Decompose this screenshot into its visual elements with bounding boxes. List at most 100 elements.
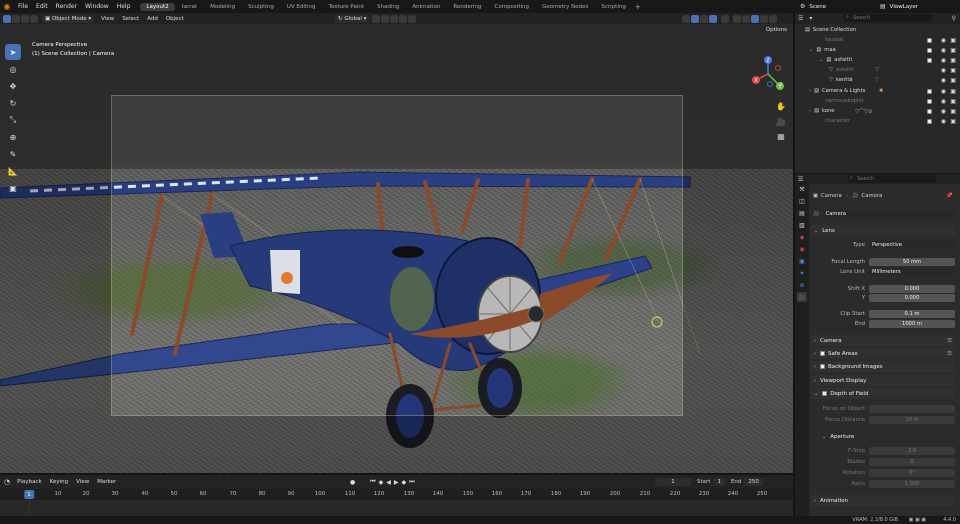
safe-areas-checkbox[interactable] [820, 351, 825, 356]
workspace-tab-sculpting[interactable]: Sculpting [242, 3, 280, 11]
workspace-tab-animation[interactable]: Animation [406, 3, 446, 11]
render-camera-icon[interactable]: ▣ [950, 47, 956, 54]
exclude-checkbox[interactable] [927, 37, 932, 43]
select-tool-icon[interactable]: ➤ [5, 44, 21, 60]
outliner-row-maa[interactable]: ⌄ ▤ maa ◉ ▣ [795, 45, 960, 55]
workspace-tab-rendering[interactable]: Rendering [447, 3, 487, 11]
ratio-field[interactable]: 1.000 [869, 479, 955, 488]
play-icon[interactable]: ▶ [394, 479, 399, 486]
clip-start-field[interactable]: 0.1 m [869, 309, 955, 318]
cursor-tool-icon[interactable]: ◎ [5, 61, 21, 77]
outliner-editor-icon[interactable]: ☰ [798, 15, 803, 22]
shading-options-icon[interactable] [769, 14, 777, 23]
perspective-toggle-icon[interactable]: ▦ [775, 130, 787, 142]
render-camera-icon[interactable]: ▣ [950, 57, 956, 64]
collapse-arrow-icon[interactable]: › [809, 108, 811, 114]
area-divider-timeline[interactable] [0, 473, 793, 475]
visibility-eye-icon[interactable]: ◉ [941, 47, 946, 54]
proportional-edit-icon[interactable] [399, 14, 408, 23]
lens-type-dropdown[interactable]: Perspective [869, 240, 955, 249]
proportional-falloff-icon[interactable] [408, 14, 417, 23]
outliner-row-kone[interactable]: › ▤ kone ▽⌒▽⊙ ◉ ▣ [795, 106, 960, 116]
properties-search-input[interactable]: Search [847, 175, 937, 183]
select-subtract-icon[interactable] [21, 14, 29, 23]
focal-length-field[interactable]: 50 mm [869, 257, 955, 266]
object-tab-icon[interactable]: ▣ [797, 256, 807, 266]
visibility-eye-icon[interactable]: ◉ [941, 118, 946, 125]
camera-view-icon[interactable]: 🎥 [775, 116, 787, 128]
clip-end-field[interactable]: 1000 m [869, 319, 955, 328]
shading-rendered-icon[interactable] [760, 14, 768, 23]
zoom-icon[interactable]: ⌕ [775, 78, 787, 90]
measure-tool-icon[interactable]: 📐 [5, 163, 21, 179]
visibility-eye-icon[interactable]: ◉ [941, 108, 946, 115]
visibility-icon[interactable] [682, 14, 690, 23]
start-frame-field[interactable]: 1 [713, 478, 725, 486]
camera-data-icon[interactable]: 🎥 [813, 211, 820, 217]
workspace-tab-layout2[interactable]: Layout2 [140, 2, 175, 11]
play-reverse-icon[interactable]: ◀ [386, 479, 391, 486]
area-divider-horizontal[interactable] [795, 173, 960, 174]
background-images-checkbox[interactable] [820, 364, 825, 369]
camera-datablock-field[interactable]: Camera [822, 209, 955, 218]
scene-selector[interactable]: ⚙ Scene [800, 0, 826, 13]
menu-window[interactable]: Window [81, 3, 113, 10]
shading-solid-icon[interactable] [742, 14, 750, 23]
filter-display-icon[interactable]: ▾ [809, 15, 812, 22]
select-extend-icon[interactable] [12, 14, 20, 23]
render-camera-icon[interactable]: ▣ [950, 118, 956, 125]
presets-icon[interactable]: ☰ [947, 351, 952, 357]
exclude-checkbox[interactable] [927, 47, 932, 53]
menu-view[interactable]: View [97, 16, 118, 22]
menu-file[interactable]: File [14, 3, 32, 10]
auto-key-icon[interactable]: ● [350, 479, 355, 486]
add-workspace-button[interactable]: + [635, 3, 641, 11]
workspace-tab-modeling[interactable]: Modeling [204, 3, 241, 11]
outliner-row-camera-lights[interactable]: › ▤ Camera & Lights ✺ ◉ ▣ [795, 86, 960, 96]
overlay-dropdown-icon[interactable] [709, 14, 717, 23]
aperture-subsection-header[interactable]: ⌄ Aperture [819, 431, 955, 442]
gizmo-toggle-icon[interactable] [691, 14, 699, 23]
render-camera-icon[interactable]: ▣ [950, 88, 956, 95]
xray-icon[interactable] [721, 14, 729, 23]
f-stop-field[interactable]: 2.8 [869, 446, 955, 455]
depth-of-field-checkbox[interactable] [822, 391, 828, 396]
menu-edit[interactable]: Edit [32, 3, 52, 10]
menu-render[interactable]: Render [52, 3, 81, 10]
lens-section-header[interactable]: ⌄ Lens [811, 225, 955, 236]
exclude-checkbox[interactable] [927, 98, 932, 104]
jump-end-icon[interactable]: ⏭ [409, 478, 414, 486]
shift-y-field[interactable]: 0.000 [869, 293, 955, 302]
visibility-eye-icon[interactable]: ◉ [941, 77, 946, 84]
presets-icon[interactable]: ☰ [947, 338, 952, 344]
blender-logo-icon[interactable]: ◉ [0, 0, 14, 13]
workspace-tab-shading[interactable]: Shading [371, 3, 405, 11]
rotate-tool-icon[interactable]: ↻ [5, 95, 21, 111]
menu-timeline-view[interactable]: View [72, 479, 93, 485]
render-camera-icon[interactable]: ▣ [950, 77, 956, 84]
animation-section-header[interactable]: › Animation [811, 495, 955, 506]
safe-areas-section-header[interactable]: › Safe Areas ☰ [811, 348, 955, 359]
viewport-display-section-header[interactable]: › Viewport Display [811, 375, 955, 386]
lens-unit-dropdown[interactable]: Millimeters [869, 267, 955, 276]
workspace-tab-tarrat[interactable]: tarrat [176, 3, 203, 11]
select-box-icon[interactable] [3, 14, 11, 23]
visibility-eye-icon[interactable]: ◉ [941, 67, 946, 74]
annotate-tool-icon[interactable]: ✎ [5, 146, 21, 162]
pin-icon[interactable]: 📌 [946, 193, 953, 199]
pivot-icon[interactable] [372, 14, 381, 23]
workspace-tab-texture-paint[interactable]: Texture Paint [323, 3, 371, 11]
next-key-icon[interactable]: ◆ [402, 479, 407, 486]
select-intersect-icon[interactable] [30, 14, 38, 23]
expand-arrow-icon[interactable]: ⌄ [809, 47, 813, 53]
pan-hand-icon[interactable]: ✋ [775, 100, 787, 112]
output-tab-icon[interactable]: ▤ [797, 208, 807, 218]
workspace-tab-geometry-nodes[interactable]: Geometry Nodes [536, 3, 594, 11]
outliner-row-scene-collection[interactable]: ▤ Scene Collection [795, 25, 960, 35]
outliner-search-input[interactable]: Search [843, 14, 933, 22]
menu-add[interactable]: Add [143, 16, 162, 22]
exclude-checkbox[interactable] [927, 88, 932, 94]
outliner-row-asfaltti[interactable]: ⌄ ▤ asfaltti ◉ ▣ [795, 55, 960, 65]
workspace-tab-compositing[interactable]: Compositing [489, 3, 535, 11]
prev-key-icon[interactable]: ◆ [379, 479, 384, 486]
